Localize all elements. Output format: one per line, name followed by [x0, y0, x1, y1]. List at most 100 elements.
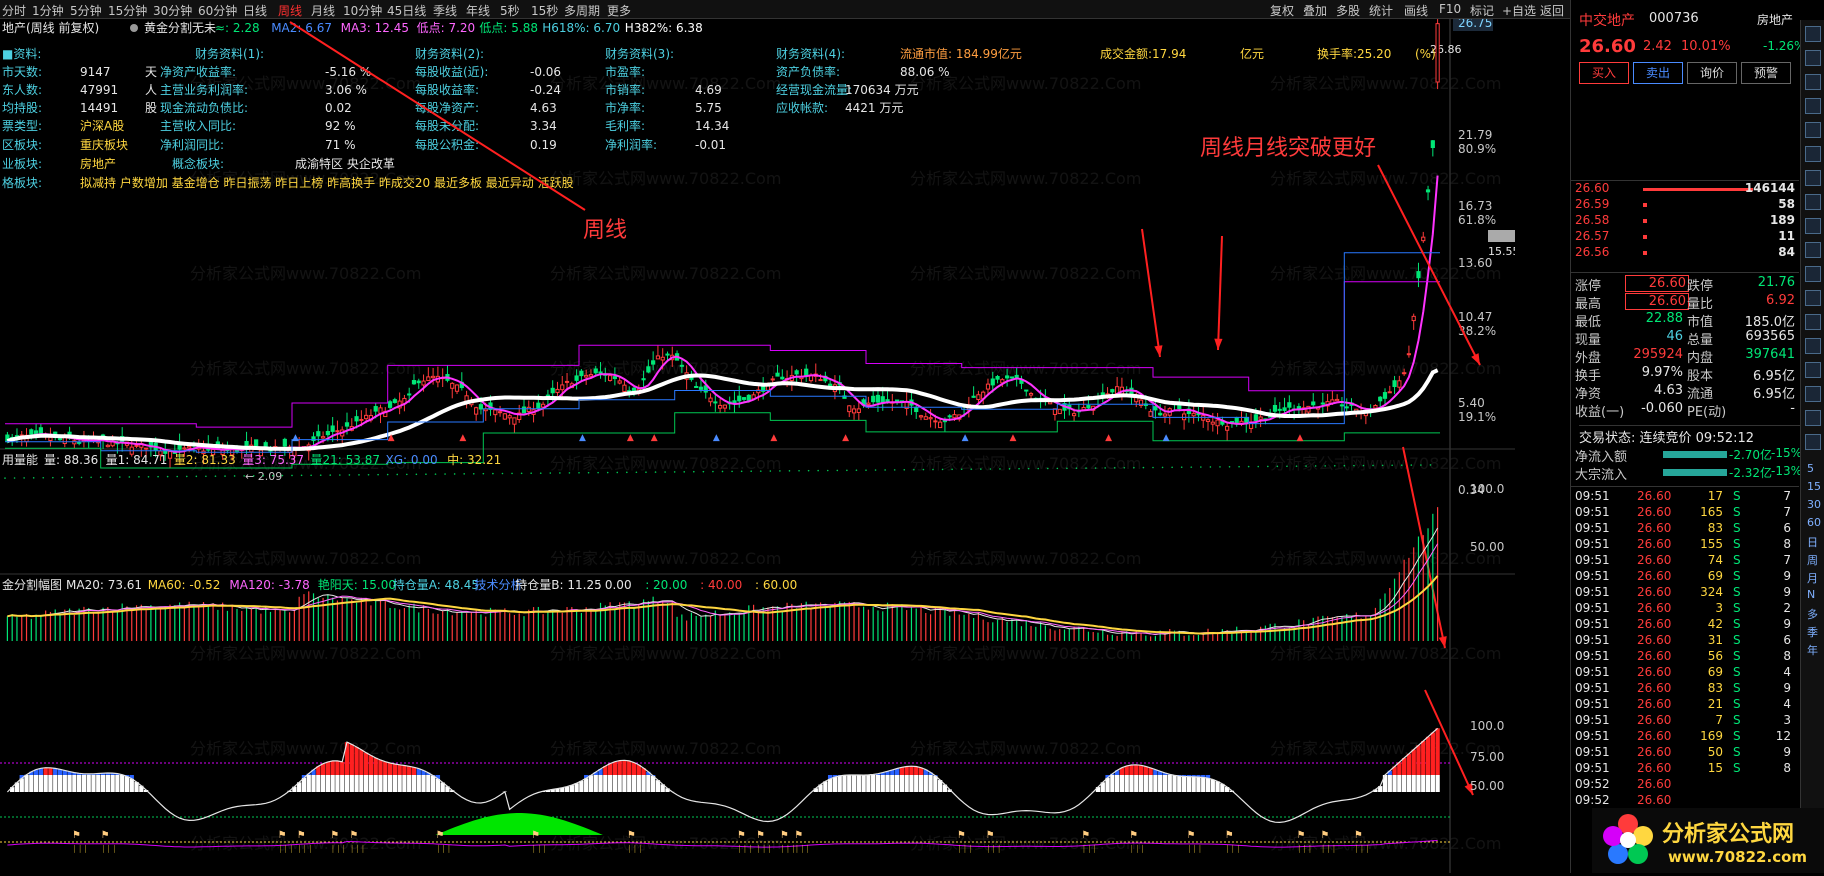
buy-button[interactable]: 买入: [1579, 62, 1629, 84]
15-icon[interactable]: [1805, 242, 1821, 258]
tick-side-15: S: [1733, 729, 1741, 743]
svg-text:⚑: ⚑: [1129, 830, 1138, 841]
side-period-6[interactable]: 月: [1807, 570, 1818, 586]
svg-text:▲: ▲: [1297, 433, 1304, 443]
svg-text:16.73: 16.73: [1458, 199, 1492, 213]
svg-text:-5.16 %: -5.16 %: [325, 65, 371, 79]
stat-value-6-0: 4.63: [1654, 383, 1683, 398]
toolbar-action-3[interactable]: 统计: [1369, 2, 1393, 19]
tick-volume-5: 69: [1707, 569, 1723, 583]
year-icon[interactable]: [1805, 434, 1821, 450]
period-tab-2[interactable]: 5分钟: [70, 2, 102, 19]
side-period-10[interactable]: 年: [1807, 642, 1818, 658]
60-icon[interactable]: [1805, 290, 1821, 306]
tick-volume-2: 83: [1707, 521, 1723, 535]
tick-list[interactable]: 09:51 26.60 17 S 7 09:51 26.60 165 S 7 09:51 26.60 8…: [1571, 486, 1799, 817]
side-period-9[interactable]: 季: [1807, 624, 1818, 640]
period-tab-8[interactable]: 月线: [311, 2, 335, 19]
quarter-icon[interactable]: [1805, 410, 1821, 426]
tick-price-15: 26.60: [1637, 729, 1672, 743]
stat-label-5-0: 换手: [1575, 369, 1602, 384]
svg-text:⚑: ⚑: [957, 830, 966, 841]
search-icon[interactable]: [1805, 194, 1821, 210]
sell-button[interactable]: 卖出: [1633, 62, 1683, 84]
side-period-0[interactable]: 5: [1807, 462, 1814, 475]
trade-state: 交易状态: 连续竞价 09:52:12: [1579, 425, 1801, 446]
svg-text:80.9%: 80.9%: [1458, 142, 1496, 156]
period-tab-3[interactable]: 15分钟: [108, 2, 147, 19]
gold-legend-2: MA120: -3.78: [229, 578, 309, 592]
alert-button[interactable]: 预警: [1741, 62, 1791, 84]
tick-price-14: 26.60: [1637, 713, 1672, 727]
stat-value-4-0: 295924: [1633, 347, 1683, 362]
toolbar-action-7[interactable]: +自选: [1502, 2, 1536, 19]
toolbar-action-4[interactable]: 画线: [1404, 2, 1428, 19]
period-tab-1[interactable]: 1分钟: [32, 2, 64, 19]
stat-label-6-0: 净资: [1575, 387, 1602, 402]
period-tab-15[interactable]: 多周期: [564, 2, 600, 19]
period-tab-9[interactable]: 10分钟: [343, 2, 382, 19]
list-icon[interactable]: [1805, 98, 1821, 114]
svg-text:每股未分配:: 每股未分配:: [415, 118, 479, 133]
svg-text:ᛁᛁᛁ: ᛁᛁᛁ: [756, 844, 772, 855]
multi-icon[interactable]: [1805, 386, 1821, 402]
svg-text:分析家公式网www.70822.Com: 分析家公式网www.70822.Com: [1270, 549, 1501, 568]
side-period-3[interactable]: 60: [1807, 516, 1821, 529]
toolbar-action-5[interactable]: F10: [1439, 2, 1461, 16]
svg-text:92 %: 92 %: [325, 119, 356, 133]
inquiry-button[interactable]: 询价: [1687, 62, 1737, 84]
chart-icon[interactable]: [1805, 74, 1821, 90]
fs-icon[interactable]: [1805, 170, 1821, 186]
period-toolbar: 分时 1分钟 5分钟 15分钟 30分钟 60分钟 日线 周线 月线 10分钟 45日线 季线 年线 5秒…: [0, 0, 1824, 19]
main-legend-5: H618%: 6.70: [542, 21, 620, 35]
period-tab-7[interactable]: 周线: [278, 2, 302, 19]
tick-count-4: 7: [1783, 553, 1791, 567]
tick-count-13: 4: [1783, 697, 1791, 711]
5-icon[interactable]: [1805, 218, 1821, 234]
gold-legend-8: : 20.00: [645, 578, 687, 592]
period-tab-6[interactable]: 日线: [243, 2, 267, 19]
day-icon[interactable]: [1805, 314, 1821, 330]
tick-time-1: 09:51: [1575, 505, 1610, 519]
30-icon[interactable]: [1805, 266, 1821, 282]
side-period-5[interactable]: 周: [1807, 552, 1818, 568]
toolbar-action-0[interactable]: 复权: [1270, 2, 1294, 19]
period-tab-13[interactable]: 5秒: [500, 2, 520, 19]
toolbar-action-2[interactable]: 多股: [1336, 2, 1360, 19]
period-tab-0[interactable]: 分时: [2, 2, 26, 19]
period-tab-5[interactable]: 60分钟: [198, 2, 237, 19]
fc-icon[interactable]: [1805, 146, 1821, 162]
period-tab-11[interactable]: 季线: [433, 2, 457, 19]
week-icon[interactable]: [1805, 338, 1821, 354]
toolbar-action-1[interactable]: 叠加: [1303, 2, 1327, 19]
period-tab-10[interactable]: 45日线: [387, 2, 426, 19]
side-period-1[interactable]: 15: [1807, 480, 1821, 493]
period-tab-4[interactable]: 30分钟: [153, 2, 192, 19]
last-price: 26.60: [1579, 36, 1636, 57]
svg-text:ᛁᛁᛁ: ᛁᛁᛁ: [1320, 844, 1336, 855]
gear-icon[interactable]: [1805, 26, 1821, 42]
gold-legend-10: : 60.00: [755, 578, 797, 592]
period-tab-16[interactable]: 更多: [607, 2, 631, 19]
toolbar-action-6[interactable]: 标记: [1470, 2, 1494, 19]
stock-sector[interactable]: 房地产: [1757, 11, 1793, 28]
grid-icon[interactable]: [1805, 122, 1821, 138]
svg-text:⚑: ⚑: [1354, 830, 1363, 841]
side-period-8[interactable]: 多: [1807, 606, 1818, 622]
svg-text:概念板块:: 概念板块:: [172, 156, 224, 171]
logo-url: www.70822.com: [1668, 848, 1808, 866]
svg-text:⚑: ⚑: [1320, 830, 1329, 841]
kline-canvas[interactable]: 分析家公式网www.70822.Com 分析家公式网www.70822.Com 分析…: [0, 15, 1520, 873]
info-icon[interactable]: [1805, 50, 1821, 66]
toolbar-action-8[interactable]: 返回: [1540, 2, 1564, 19]
side-period-4[interactable]: 日: [1807, 534, 1818, 550]
chart-area[interactable]: 分析家公式网www.70822.Com 分析家公式网www.70822.Com 分析…: [0, 15, 1520, 873]
side-period-7[interactable]: N: [1807, 588, 1815, 601]
svg-text:分析家公式网www.70822.Com: 分析家公式网www.70822.Com: [1270, 359, 1501, 378]
period-tab-12[interactable]: 年线: [466, 2, 490, 19]
svg-text:▲: ▲: [459, 433, 466, 443]
month-icon[interactable]: [1805, 362, 1821, 378]
orderbook-volume-4: 84: [1778, 245, 1795, 259]
period-tab-14[interactable]: 15秒: [531, 2, 558, 19]
side-period-2[interactable]: 30: [1807, 498, 1821, 511]
